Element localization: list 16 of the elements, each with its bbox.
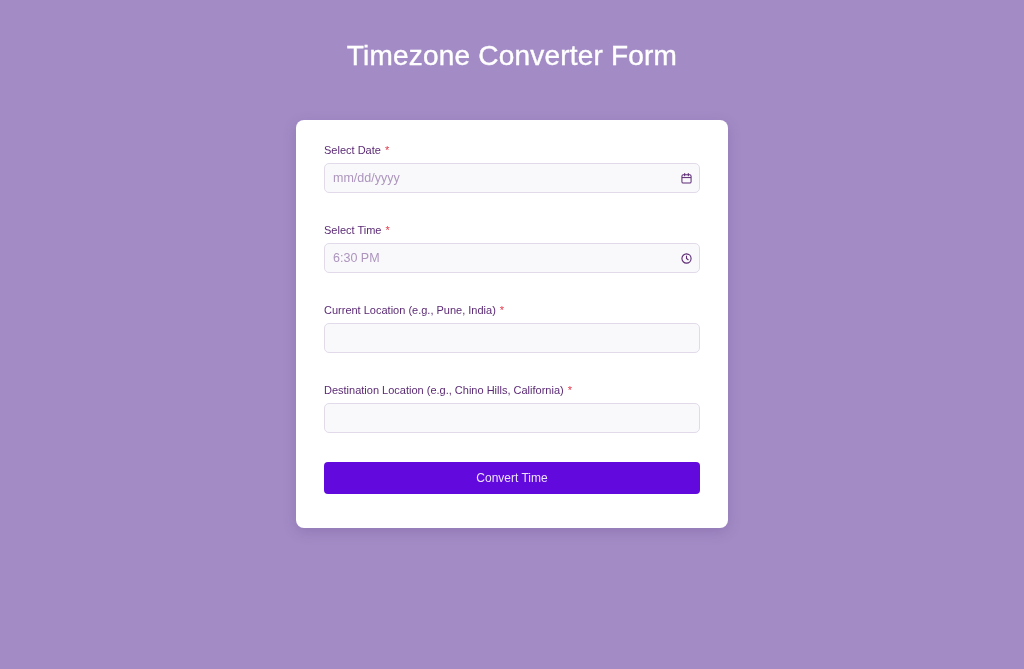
required-mark: *	[384, 143, 390, 158]
date-input[interactable]: mm/dd/yyyy	[324, 163, 700, 193]
field-label: Select Time	[324, 223, 382, 238]
field-label: Current Location (e.g., Pune, India)	[324, 303, 496, 318]
field-label: Destination Location (e.g., Chino Hills, California)	[324, 383, 564, 398]
text-input[interactable]	[324, 323, 700, 353]
time-input[interactable]: 6:30 PM	[324, 243, 700, 273]
required-mark: *	[499, 303, 505, 318]
required-mark: *	[385, 223, 390, 238]
clock-icon[interactable]	[681, 252, 692, 264]
convert-time-button[interactable]: Convert Time	[324, 462, 700, 494]
page-title: Timezone Converter Form	[346, 39, 678, 73]
text-input[interactable]	[324, 403, 700, 433]
required-mark: *	[567, 383, 572, 398]
field-label: Select Date	[324, 143, 381, 158]
calendar-icon[interactable]	[681, 172, 692, 184]
